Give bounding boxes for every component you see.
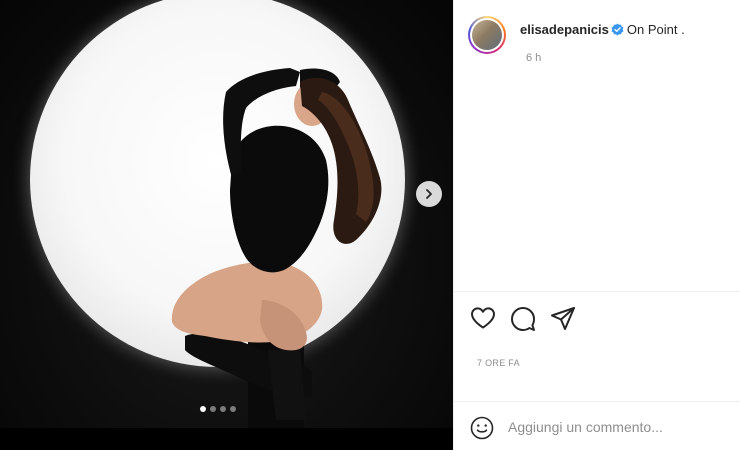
post-side-panel: elisadepanicis On Point . 6 h 7 ORE FA A… [453,0,740,450]
post-media[interactable] [0,0,453,450]
carousel-dot [210,406,216,412]
post-actions: 7 ORE FA [454,292,740,402]
instagram-post: elisadepanicis On Point . 6 h 7 ORE FA A… [0,0,740,450]
comment-input[interactable] [508,416,728,438]
paper-plane-icon [551,307,575,330]
smiley-icon [470,416,494,440]
comment-bubble-icon [511,307,535,331]
carousel-indicator [200,406,236,412]
media-bottom-band [0,428,453,450]
carousel-dot [220,406,226,412]
chevron-right-icon [426,189,432,199]
avatar-image [472,20,502,50]
post-caption-section: elisadepanicis On Point . 6 h [454,0,740,292]
avatar[interactable] [468,16,506,54]
carousel-dot [230,406,236,412]
verified-badge-icon [611,23,624,36]
photo-figure [171,68,382,428]
comment-composer [454,402,740,450]
username-link[interactable]: elisadepanicis [520,22,609,37]
like-button[interactable] [470,306,496,335]
emoji-button[interactable] [470,416,494,445]
carousel-dot [200,406,206,412]
caption-text: On Point . [626,22,685,37]
share-button[interactable] [550,306,576,337]
post-date: 7 ORE FA [477,358,520,368]
heart-icon [471,307,495,329]
carousel-next-button[interactable] [416,181,442,207]
caption-line: elisadepanicis On Point . [520,22,685,38]
caption-time[interactable]: 6 h [526,52,541,64]
comment-button[interactable] [510,306,536,337]
